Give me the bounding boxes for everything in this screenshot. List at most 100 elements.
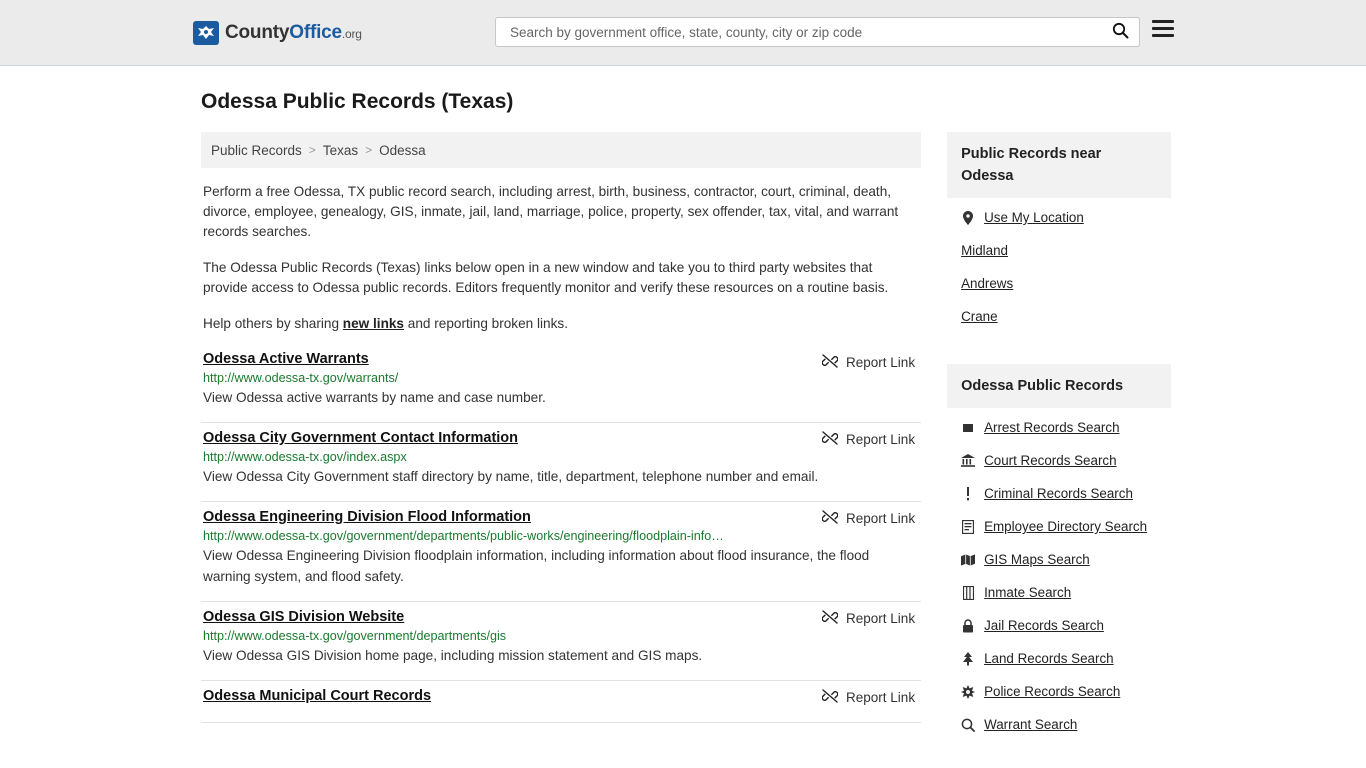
breadcrumb: Public Records > Texas > Odessa [201, 132, 922, 168]
sidebar-link-label[interactable]: Court Records Search [984, 453, 1116, 468]
report-link-label: Report Link [846, 611, 916, 626]
sidebar-item-andrews[interactable]: Andrews [961, 276, 1157, 291]
sidebar-link-label[interactable]: Jail Records Search [984, 618, 1104, 633]
broken-link-icon [821, 354, 839, 371]
sidebar-link-label[interactable]: Crane [961, 309, 997, 324]
result-url: http://www.odessa-tx.gov/government/depa… [203, 529, 724, 543]
courthouse-icon [961, 454, 976, 467]
odessa-public-records-box: Odessa Public Records Arrest Records Sea… [947, 364, 1171, 756]
report-link-button[interactable]: Report Link [821, 689, 916, 706]
results-list: Odessa Active Warrants http://www.odessa… [201, 346, 922, 723]
site-logo[interactable]: CountyOffice.org [193, 21, 362, 45]
result-item: Odessa Municipal Court Records Report Li… [201, 681, 922, 723]
sidebar-item-criminal-records-search[interactable]: Criminal Records Search [961, 486, 1157, 501]
search-input[interactable] [508, 23, 1110, 41]
breadcrumb-item-texas[interactable]: Texas [323, 143, 358, 158]
sidebar-item-jail-records-search[interactable]: Jail Records Search [961, 618, 1157, 633]
result-url: http://www.odessa-tx.gov/warrants/ [203, 371, 399, 385]
tree-icon [961, 651, 975, 666]
logo-wordmark: CountyOffice.org [225, 22, 362, 44]
share-text-after: and reporting broken links. [404, 316, 568, 331]
sidebar-item-arrest-records-search[interactable]: Arrest Records Search [961, 420, 1157, 435]
result-description: View Odessa City Government staff direct… [203, 469, 819, 484]
hamburger-menu-icon[interactable] [1152, 20, 1174, 37]
report-link-button[interactable]: Report Link [821, 610, 916, 627]
breadcrumb-item-public-records[interactable]: Public Records [211, 143, 302, 158]
sidebar-link-label[interactable]: Use My Location [984, 210, 1084, 225]
broken-link-icon [821, 510, 839, 527]
result-title[interactable]: Odessa Active Warrants [203, 351, 369, 367]
new-links-link[interactable]: new links [343, 316, 404, 331]
broken-link-icon [821, 431, 839, 448]
search-bar[interactable] [495, 17, 1140, 47]
result-item: Odessa City Government Contact Informati… [201, 423, 922, 502]
intro-paragraph-3: Help others by sharing new links and rep… [203, 314, 919, 334]
jail-door-icon [961, 585, 975, 600]
sidebar-link-label[interactable]: Land Records Search [984, 651, 1114, 666]
public-records-near-box: Public Records near Odessa Use My Locati… [947, 132, 1171, 348]
sidebar-link-label[interactable]: Police Records Search [984, 684, 1120, 699]
sidebar-item-employee-directory-search[interactable]: Employee Directory Search [961, 519, 1157, 534]
map-pin-icon [961, 210, 975, 225]
sidebar-link-label[interactable]: Warrant Search [984, 717, 1077, 732]
logo-dotorg-text: .org [341, 27, 362, 41]
result-description: View Odessa Engineering Division floodpl… [203, 548, 870, 584]
sidebar: Public Records near Odessa Use My Locati… [947, 132, 1171, 768]
sidebar-link-label[interactable]: Midland [961, 243, 1008, 258]
magnifier-icon [961, 718, 975, 732]
near-box-heading: Public Records near Odessa [947, 132, 1171, 198]
records-box-list: Arrest Records Search Court Records Sear… [947, 408, 1171, 756]
exclamation-icon [961, 486, 975, 501]
report-link-button[interactable]: Report Link [821, 510, 916, 527]
breadcrumb-item-odessa[interactable]: Odessa [379, 143, 426, 158]
near-box-list: Use My Location Midland Andrews Crane [947, 198, 1171, 348]
search-icon [1112, 22, 1129, 42]
sidebar-link-label[interactable]: GIS Maps Search [984, 552, 1090, 567]
report-link-button[interactable]: Report Link [821, 431, 916, 448]
intro-paragraph-1: Perform a free Odessa, TX public record … [203, 184, 899, 239]
sidebar-item-warrant-search[interactable]: Warrant Search [961, 717, 1157, 732]
result-title[interactable]: Odessa Municipal Court Records [203, 688, 431, 704]
breadcrumb-separator: > [365, 143, 373, 157]
result-title[interactable]: Odessa City Government Contact Informati… [203, 430, 518, 446]
records-box-heading: Odessa Public Records [947, 364, 1171, 408]
report-link-button[interactable]: Report Link [821, 354, 915, 371]
sidebar-link-label[interactable]: Arrest Records Search [984, 420, 1119, 435]
main-column: Public Records > Texas > Odessa Perform … [201, 132, 922, 768]
breadcrumb-separator: > [308, 143, 316, 157]
sidebar-item-midland[interactable]: Midland [961, 243, 1157, 258]
sidebar-link-label[interactable]: Inmate Search [984, 585, 1071, 600]
badge-star-icon [961, 684, 976, 699]
lock-icon [961, 618, 975, 633]
result-title[interactable]: Odessa GIS Division Website [203, 609, 404, 625]
sidebar-link-label[interactable]: Andrews [961, 276, 1013, 291]
search-button[interactable] [1110, 22, 1131, 42]
intro-text-block: Perform a free Odessa, TX public record … [201, 168, 921, 334]
result-description: View Odessa GIS Division home page, incl… [203, 648, 703, 663]
map-icon [961, 553, 976, 566]
site-header: CountyOffice.org [0, 0, 1366, 66]
broken-link-icon [821, 689, 839, 706]
sidebar-link-label[interactable]: Employee Directory Search [984, 519, 1147, 534]
result-description: View Odessa active warrants by name and … [203, 390, 546, 405]
intro-paragraph-2: The Odessa Public Records (Texas) links … [203, 260, 889, 295]
sidebar-link-label[interactable]: Criminal Records Search [984, 486, 1133, 501]
report-link-label: Report Link [846, 432, 916, 447]
result-title[interactable]: Odessa Engineering Division Flood Inform… [203, 509, 531, 525]
result-item: Odessa Active Warrants http://www.odessa… [201, 346, 922, 423]
result-url: http://www.odessa-tx.gov/government/depa… [203, 629, 507, 643]
sidebar-item-police-records-search[interactable]: Police Records Search [961, 684, 1157, 699]
sidebar-item-land-records-search[interactable]: Land Records Search [961, 651, 1157, 666]
logo-county-text: County [225, 22, 290, 43]
result-item: Odessa GIS Division Website http://www.o… [201, 602, 922, 681]
sidebar-item-court-records-search[interactable]: Court Records Search [961, 453, 1157, 468]
report-link-label: Report Link [846, 690, 916, 705]
result-item: Odessa Engineering Division Flood Inform… [201, 502, 922, 602]
logo-office-text: Office [289, 22, 342, 43]
sidebar-item-gis-maps-search[interactable]: GIS Maps Search [961, 552, 1157, 567]
sidebar-item-crane[interactable]: Crane [961, 309, 1157, 324]
report-link-label: Report Link [846, 511, 916, 526]
id-card-icon [961, 519, 975, 534]
sidebar-item-inmate-search[interactable]: Inmate Search [961, 585, 1157, 600]
sidebar-item-use-my-location[interactable]: Use My Location [961, 210, 1157, 225]
